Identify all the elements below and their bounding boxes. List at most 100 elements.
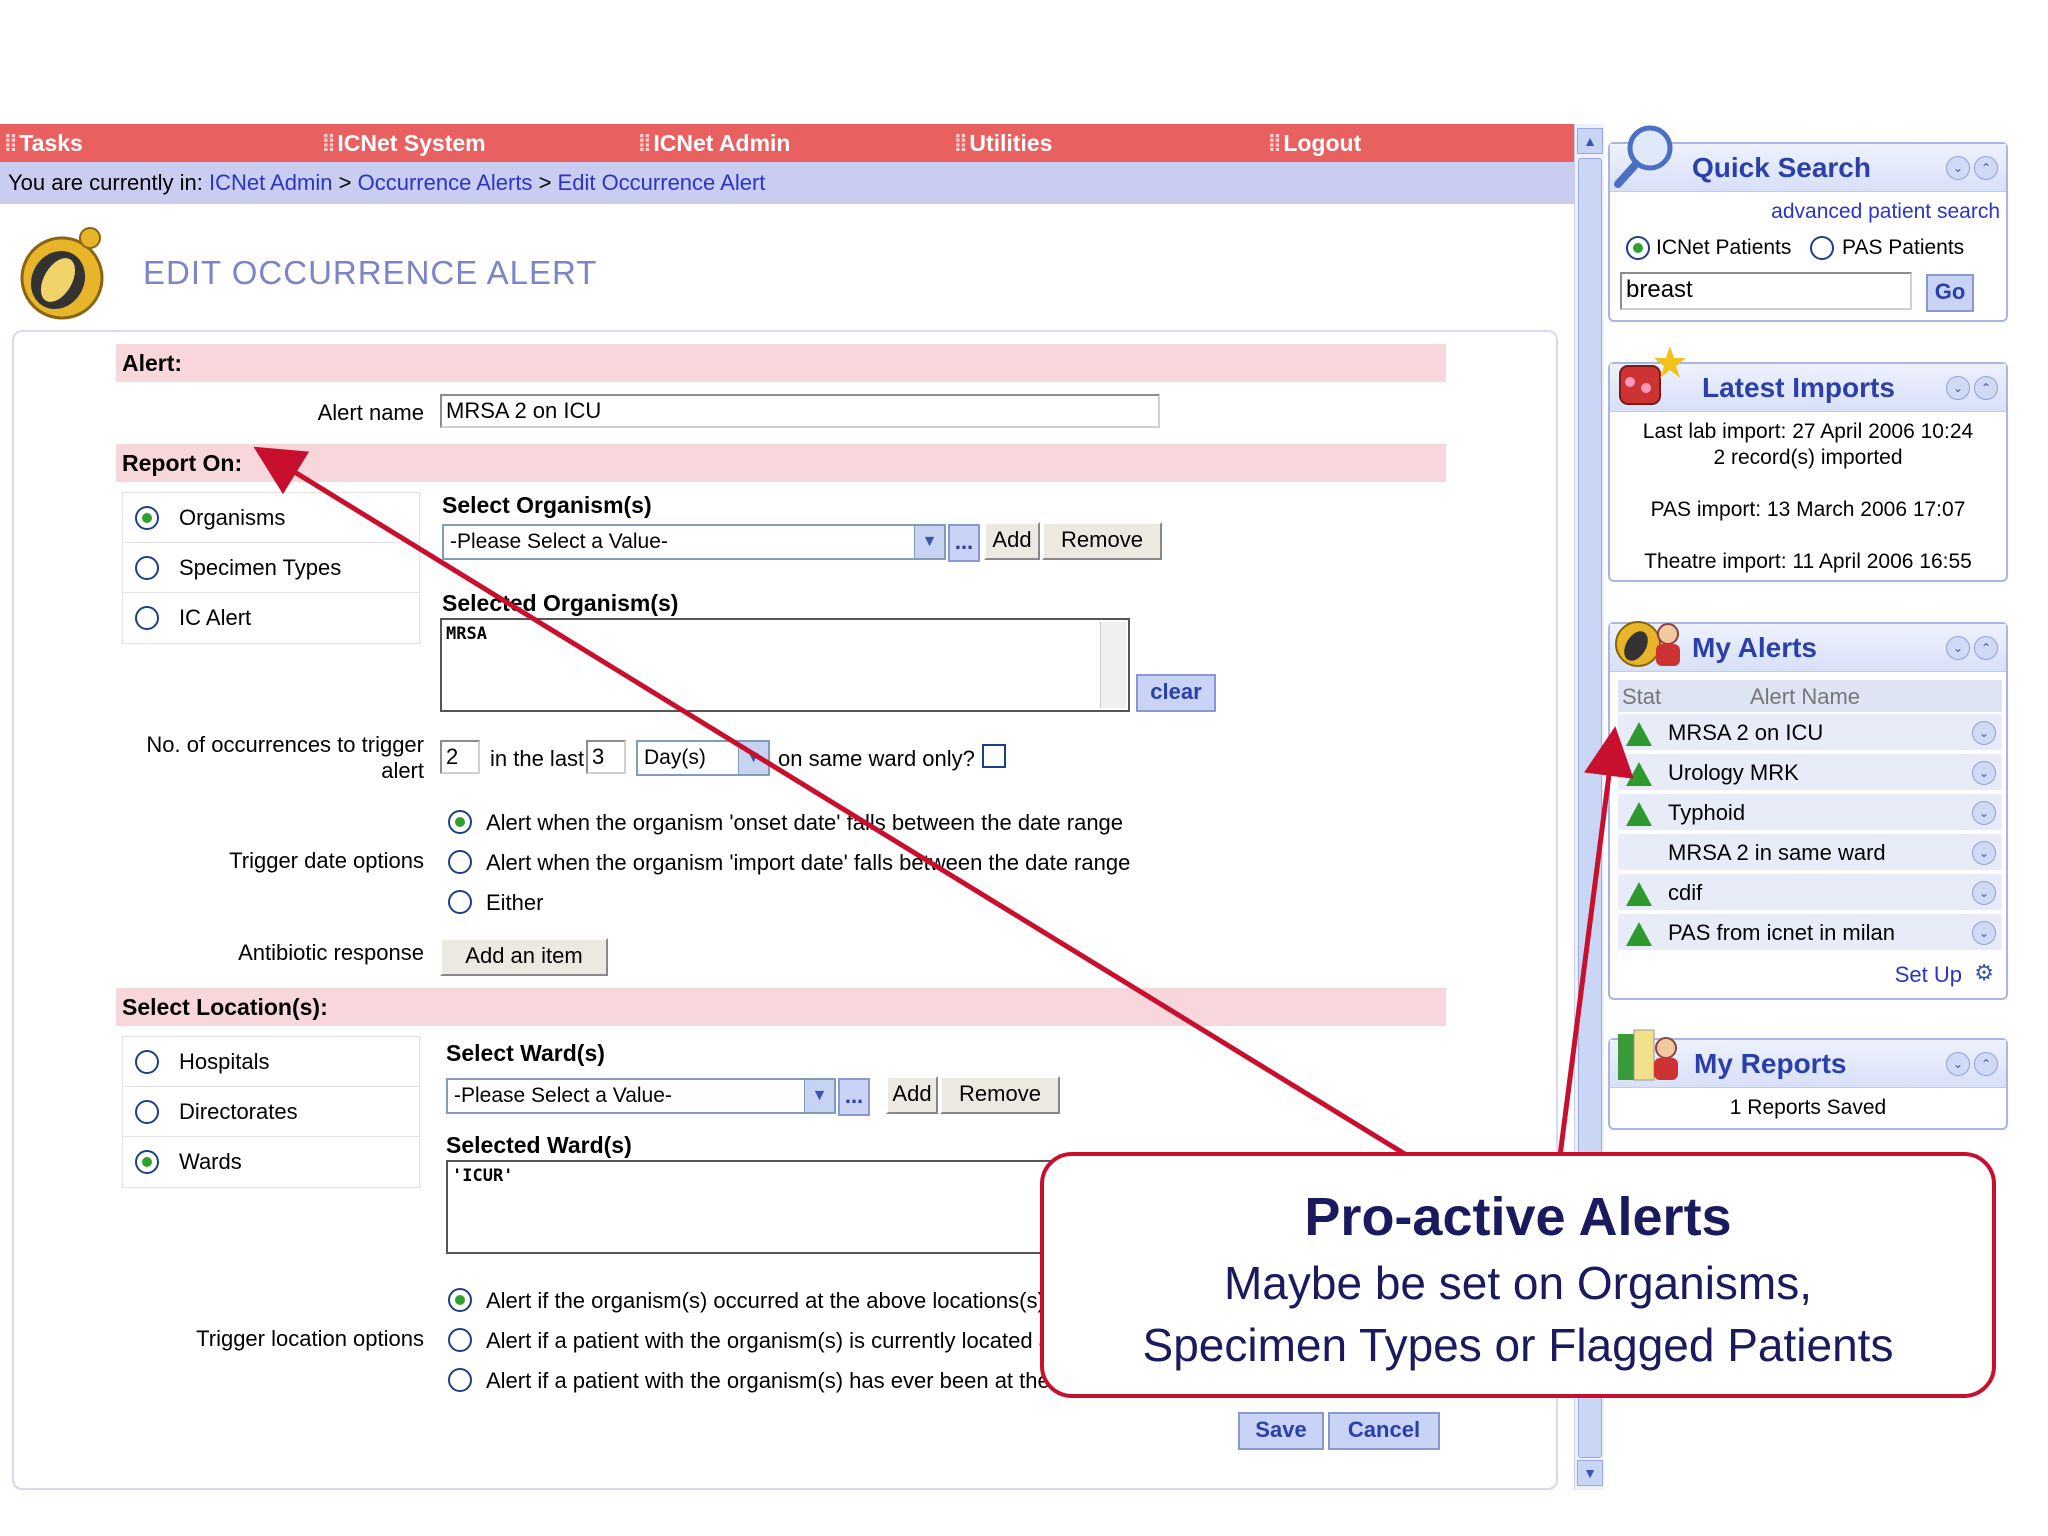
list-item[interactable]: 'ICUR' [452,1166,1080,1186]
expand-icon[interactable]: ⌄ [1972,761,1996,785]
radio-ic-alert[interactable]: IC Alert [123,593,419,643]
grip-icon: ⁞⁞ [1268,130,1281,156]
onset-date-option-label: Alert when the organism 'onset date' fal… [486,810,1124,835]
callout-title: Pro-active Alerts [1304,1187,1732,1247]
selected-organisms-list[interactable]: MRSA [440,618,1130,712]
chevron-down-icon[interactable]: ▼ [804,1080,834,1112]
radio-button[interactable] [135,1150,159,1174]
expand-icon[interactable]: ⌃ [1974,156,1998,180]
collapse-icon[interactable]: ⌄ [1946,156,1970,180]
expand-icon[interactable]: ⌄ [1972,841,1996,865]
radio-import-date[interactable] [448,850,472,874]
radio-either[interactable] [448,890,472,914]
collapse-icon[interactable]: ⌄ [1946,376,1970,400]
clear-button[interactable]: clear [1136,674,1216,712]
setup-link[interactable]: Set Up [1895,962,1962,988]
add-item-button[interactable]: Add an item [440,938,608,976]
nav-utilities[interactable]: ⁞⁞ Utilities [954,130,1052,157]
expand-icon[interactable]: ⌄ [1972,921,1996,945]
radio-hospitals[interactable]: Hospitals [123,1037,419,1087]
section-report-on: Report On: [116,444,1446,482]
radio-pas-patients[interactable] [1810,236,1834,260]
ward-lookup-button[interactable]: ... [838,1078,870,1116]
nav-icnet-admin[interactable]: ⁞⁞ ICNet Admin [638,130,790,157]
pas-patients-label: PAS Patients [1842,236,1965,259]
radio-wards[interactable]: Wards [123,1137,419,1187]
ward-remove-button[interactable]: Remove [940,1076,1060,1114]
expand-icon[interactable]: ⌃ [1974,376,1998,400]
section-alert: Alert: [116,344,1446,382]
alert-row[interactable]: MRSA 2 in same ward ⌄ [1618,834,2002,872]
breadcrumb-occurrence-alerts[interactable]: Occurrence Alerts [358,170,533,195]
alert-name-input[interactable]: MRSA 2 on ICU [440,394,1160,428]
antibiotic-label: Antibiotic response [238,940,424,965]
radio-directorates[interactable]: Directorates [123,1087,419,1137]
radio-button[interactable] [135,506,159,530]
nav-tasks[interactable]: ⁞⁞ Tasks [4,130,83,157]
radio-button[interactable] [135,1050,159,1074]
alert-row[interactable]: MRSA 2 on ICU ⌄ [1618,714,2002,752]
organism-lookup-button[interactable]: ... [948,524,980,562]
radio-onset-date[interactable] [448,810,472,834]
alert-row[interactable]: Typhoid ⌄ [1618,794,2002,832]
advanced-search-link[interactable]: advanced patient search [1771,200,2000,224]
expand-icon[interactable]: ⌄ [1972,721,1996,745]
expand-icon[interactable]: ⌄ [1972,801,1996,825]
same-ward-label: on same ward only? [778,746,975,771]
breadcrumb-prefix: You are currently in: [8,170,203,195]
main-nav: ⁞⁞ Tasks ⁞⁞ ICNet System ⁞⁞ ICNet Admin ⁞⁞ U… [0,124,1574,162]
organism-add-button[interactable]: Add [984,522,1040,560]
in-the-last-label: in the last [490,746,585,771]
breadcrumb-icnet-admin[interactable]: ICNet Admin [209,170,333,195]
alert-row[interactable]: cdif ⌄ [1618,874,2002,912]
occurrences-label-2: alert [381,758,424,783]
selected-wards-list[interactable]: 'ICUR' [446,1160,1086,1254]
radio-specimen-types[interactable]: Specimen Types [123,543,419,593]
collapse-icon[interactable]: ⌄ [1946,1052,1970,1076]
scroll-up-icon[interactable]: ▲ [1577,128,1603,154]
nav-logout[interactable]: ⁞⁞ Logout [1268,130,1361,157]
go-button[interactable]: Go [1926,274,1974,312]
period-unit-select[interactable]: Day(s) ▼ [636,740,770,776]
expand-icon[interactable]: ⌄ [1972,881,1996,905]
same-ward-checkbox[interactable] [982,744,1006,768]
quick-search-title: Quick Search [1692,152,1871,183]
collapse-icon[interactable]: ⌄ [1946,636,1970,660]
organism-select[interactable]: -Please Select a Value- ▼ [442,524,946,560]
ward-add-button[interactable]: Add [886,1076,938,1114]
radio-currently-located[interactable] [448,1328,472,1352]
chevron-down-icon[interactable]: ▼ [738,742,768,774]
location-radio-group: Hospitals Directorates Wards [122,1036,420,1188]
period-input[interactable]: 3 [586,740,626,774]
alert-row[interactable]: Urology MRK ⌄ [1618,754,2002,792]
nav-icnet-system[interactable]: ⁞⁞ ICNet System [322,130,486,157]
breadcrumb-edit-occurrence-alert[interactable]: Edit Occurrence Alert [558,170,766,195]
magnifier-icon [1614,125,1673,188]
warning-triangle-icon [1626,882,1652,906]
radio-organisms[interactable]: Organisms [123,493,419,543]
scroll-down-icon[interactable]: ▼ [1577,1460,1603,1486]
organism-remove-button[interactable]: Remove [1042,522,1162,560]
occurrence-count-input[interactable]: 2 [440,740,480,774]
chevron-down-icon[interactable]: ▼ [914,526,944,558]
list-item[interactable]: MRSA [446,624,1124,644]
gear-icon[interactable]: ⚙ [1974,960,1994,986]
column-alert-name: Alert Name [1750,684,1861,709]
ward-select[interactable]: -Please Select a Value- ▼ [446,1078,836,1114]
radio-ever-been[interactable] [448,1368,472,1392]
expand-icon[interactable]: ⌃ [1974,636,1998,660]
expand-icon[interactable]: ⌃ [1974,1052,1998,1076]
radio-button[interactable] [135,1100,159,1124]
import-date-option-label: Alert when the organism 'import date' fa… [486,850,1131,875]
radio-button[interactable] [135,556,159,580]
quick-search-input[interactable]: breast [1620,272,1912,310]
radio-button[interactable] [135,606,159,630]
radio-occurred-at-locations[interactable] [448,1288,472,1312]
alert-row[interactable]: PAS from icnet in milan ⌄ [1618,914,2002,952]
cancel-button[interactable]: Cancel [1328,1412,1440,1450]
select-organisms-label: Select Organism(s) [442,492,652,518]
radio-icnet-patients[interactable] [1626,236,1650,260]
list-scrollbar[interactable] [1100,622,1126,708]
trigger-date-label: Trigger date options [229,848,424,873]
save-button[interactable]: Save [1238,1412,1324,1450]
